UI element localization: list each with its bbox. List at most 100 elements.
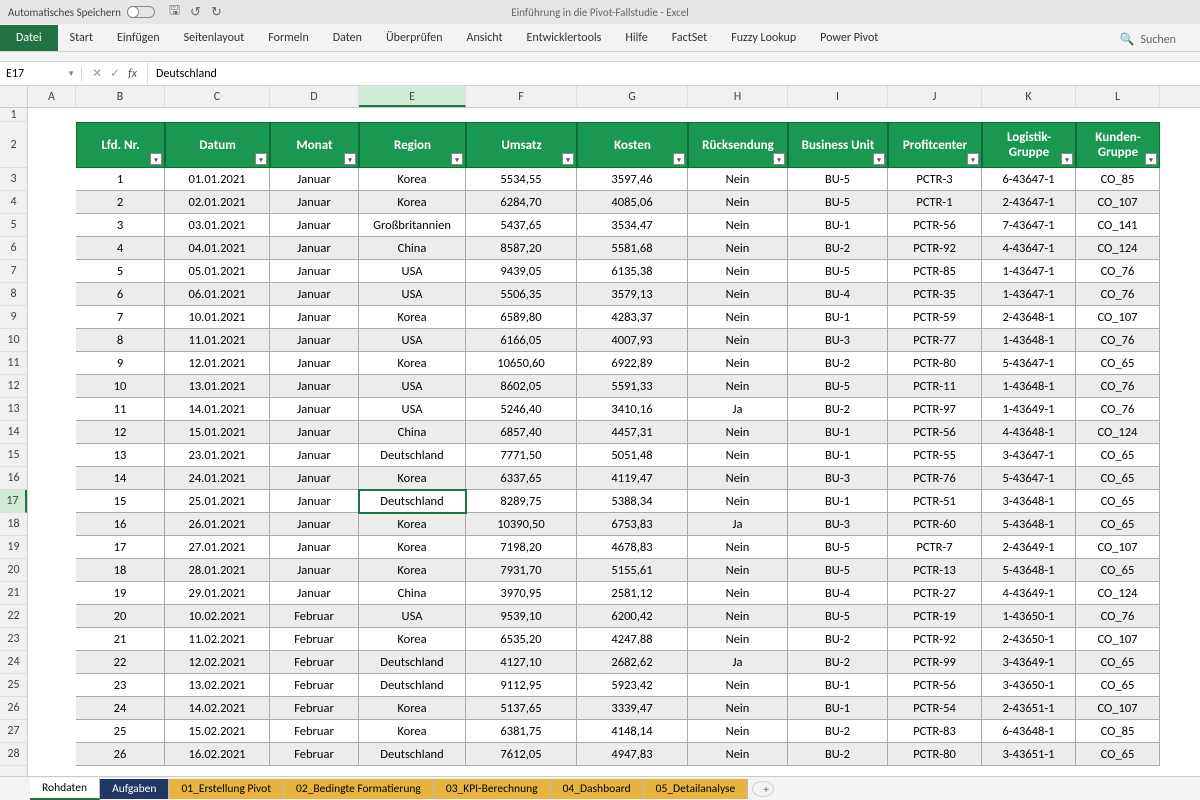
sheet-tab-rohdaten[interactable]: Rohdaten xyxy=(30,778,100,800)
table-header-logistikgruppe[interactable]: Logistik-Gruppe▾ xyxy=(982,122,1076,168)
cell[interactable]: CO_124 xyxy=(1076,582,1160,605)
cell[interactable]: 4 xyxy=(76,237,165,260)
cell[interactable]: USA xyxy=(359,398,466,421)
cell[interactable]: Nein xyxy=(688,421,788,444)
cell[interactable]: BU-2 xyxy=(788,237,888,260)
cell[interactable]: PCTR-56 xyxy=(888,421,982,444)
cell[interactable]: 7 xyxy=(76,306,165,329)
undo-icon[interactable]: ↺ xyxy=(190,5,201,20)
cell[interactable]: 15.01.2021 xyxy=(165,421,270,444)
cell[interactable]: 5137,65 xyxy=(466,697,577,720)
cell[interactable]: PCTR-59 xyxy=(888,306,982,329)
cell[interactable]: 10.01.2021 xyxy=(165,306,270,329)
cell[interactable]: 28.01.2021 xyxy=(165,559,270,582)
cell[interactable]: 6135,38 xyxy=(577,260,688,283)
cell[interactable]: 4247,88 xyxy=(577,628,688,651)
cell[interactable]: Nein xyxy=(688,283,788,306)
cell[interactable]: BU-3 xyxy=(788,513,888,536)
row-header-15[interactable]: 15 xyxy=(0,444,27,467)
cell[interactable]: Großbritannien xyxy=(359,214,466,237)
cell[interactable]: 16 xyxy=(76,513,165,536)
cell[interactable]: BU-5 xyxy=(788,559,888,582)
cell[interactable]: CO_107 xyxy=(1076,191,1160,214)
cell[interactable]: 2 xyxy=(76,191,165,214)
cell[interactable]: 6-43648-1 xyxy=(982,720,1076,743)
name-box[interactable]: E17 ▼ xyxy=(0,67,82,81)
cell[interactable]: CO_85 xyxy=(1076,168,1160,191)
cell[interactable]: CO_76 xyxy=(1076,329,1160,352)
cell[interactable]: 7198,20 xyxy=(466,536,577,559)
col-header-F[interactable]: F xyxy=(466,86,577,107)
cell[interactable]: Januar xyxy=(270,536,359,559)
cell[interactable]: Februar xyxy=(270,697,359,720)
cell[interactable]: USA xyxy=(359,283,466,306)
cell[interactable]: 6857,40 xyxy=(466,421,577,444)
col-header-E[interactable]: E xyxy=(359,86,466,107)
cell[interactable]: 5246,40 xyxy=(466,398,577,421)
ribbon-tab-formeln[interactable]: Formeln xyxy=(256,25,320,51)
cell[interactable]: Nein xyxy=(688,375,788,398)
cell[interactable]: 10390,50 xyxy=(466,513,577,536)
cell[interactable]: Januar xyxy=(270,398,359,421)
cell[interactable]: 3-43648-1 xyxy=(982,490,1076,513)
autosave-toggle[interactable]: Automatisches Speichern xyxy=(8,6,155,19)
cell[interactable]: 5388,34 xyxy=(577,490,688,513)
cell[interactable]: Nein xyxy=(688,329,788,352)
cell[interactable]: PCTR-55 xyxy=(888,444,982,467)
cell[interactable]: USA xyxy=(359,260,466,283)
cell[interactable]: Nein xyxy=(688,582,788,605)
cell[interactable]: 6753,83 xyxy=(577,513,688,536)
cell[interactable]: 25 xyxy=(76,720,165,743)
cell[interactable]: CO_141 xyxy=(1076,214,1160,237)
cell[interactable]: 4947,83 xyxy=(577,743,688,766)
cell[interactable]: China xyxy=(359,237,466,260)
cell[interactable]: 6337,65 xyxy=(466,467,577,490)
cell[interactable]: 8 xyxy=(76,329,165,352)
filter-icon[interactable]: ▾ xyxy=(773,153,785,165)
cell[interactable]: 4-43647-1 xyxy=(982,237,1076,260)
cell[interactable]: PCTR-54 xyxy=(888,697,982,720)
cell[interactable]: CO_107 xyxy=(1076,628,1160,651)
cell[interactable]: Januar xyxy=(270,490,359,513)
table-header-kundengruppe[interactable]: Kunden-Gruppe▾ xyxy=(1076,122,1160,168)
cell[interactable]: 2-43647-1 xyxy=(982,191,1076,214)
cell[interactable]: Korea xyxy=(359,352,466,375)
row-header-4[interactable]: 4 xyxy=(0,191,27,214)
cell[interactable]: Januar xyxy=(270,168,359,191)
cell[interactable]: Januar xyxy=(270,375,359,398)
row-header-26[interactable]: 26 xyxy=(0,697,27,720)
filter-icon[interactable]: ▾ xyxy=(562,153,574,165)
sheet-tab-02bedingteformatierung[interactable]: 02_Bedingte Formatierung xyxy=(284,779,434,799)
cell[interactable]: Januar xyxy=(270,559,359,582)
cell[interactable]: 1-43647-1 xyxy=(982,260,1076,283)
cell[interactable]: PCTR-99 xyxy=(888,651,982,674)
add-sheet-button[interactable]: + xyxy=(752,781,774,797)
cell[interactable]: 5437,65 xyxy=(466,214,577,237)
cell[interactable]: 12.01.2021 xyxy=(165,352,270,375)
cell[interactable]: PCTR-77 xyxy=(888,329,982,352)
row-header-10[interactable]: 10 xyxy=(0,329,27,352)
cell[interactable]: Deutschland xyxy=(359,490,466,513)
cell[interactable]: USA xyxy=(359,605,466,628)
cell[interactable]: Februar xyxy=(270,628,359,651)
table-header-monat[interactable]: Monat▾ xyxy=(270,122,359,168)
sheet-tab-04dashboard[interactable]: 04_Dashboard xyxy=(551,779,644,799)
cell[interactable]: 01.01.2021 xyxy=(165,168,270,191)
cell[interactable]: 1-43648-1 xyxy=(982,329,1076,352)
table-header-kosten[interactable]: Kosten▾ xyxy=(577,122,688,168)
sheet-tab-05detailanalyse[interactable]: 05_Detailanalyse xyxy=(644,779,749,799)
cell[interactable]: Januar xyxy=(270,513,359,536)
cell[interactable]: 4085,06 xyxy=(577,191,688,214)
cell[interactable]: BU-2 xyxy=(788,398,888,421)
col-header-C[interactable]: C xyxy=(165,86,270,107)
row-header-2[interactable]: 2 xyxy=(0,122,27,168)
ribbon-tab-file[interactable]: Datei xyxy=(0,25,58,51)
cell[interactable]: Korea xyxy=(359,536,466,559)
cell[interactable]: 4127,10 xyxy=(466,651,577,674)
cell[interactable]: CO_76 xyxy=(1076,375,1160,398)
row-header-20[interactable]: 20 xyxy=(0,559,27,582)
cell[interactable]: 21 xyxy=(76,628,165,651)
cell[interactable]: PCTR-7 xyxy=(888,536,982,559)
cell[interactable]: Nein xyxy=(688,444,788,467)
cell[interactable]: 12 xyxy=(76,421,165,444)
